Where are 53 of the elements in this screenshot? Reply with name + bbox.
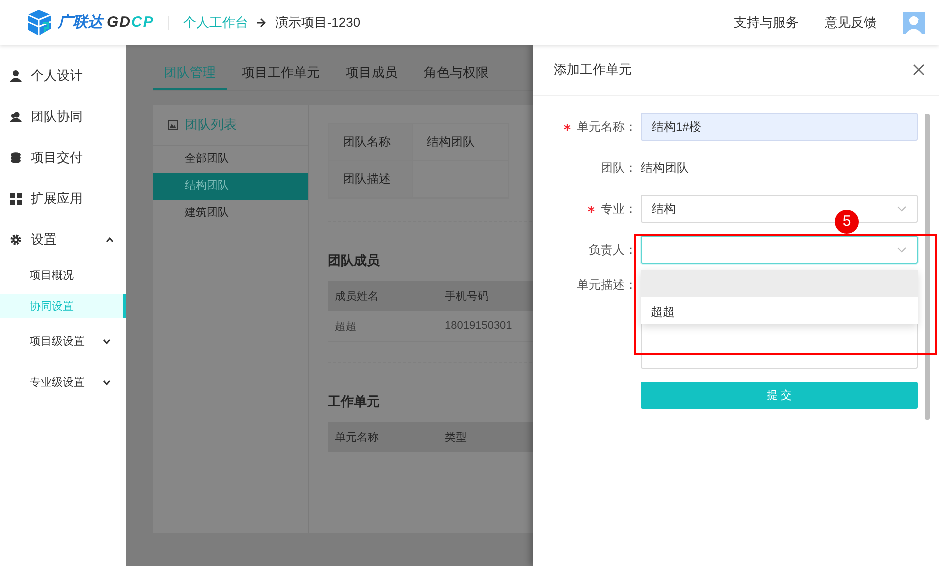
chevron-icon xyxy=(897,247,907,253)
table-cell-text: 18019150301 xyxy=(444,320,514,332)
team-list-item[interactable]: 全部团队 xyxy=(153,146,308,173)
field-label: 专业： xyxy=(601,202,637,216)
tab[interactable]: 项目成员 xyxy=(335,57,409,90)
submenu-item[interactable]: 专业级设置 xyxy=(0,362,126,403)
field-value: 结构团队 xyxy=(641,160,689,176)
sidebar-item[interactable]: 团队协同 xyxy=(0,96,126,137)
tab[interactable]: 角色与权限 xyxy=(413,57,500,90)
person-icon xyxy=(10,70,22,82)
table-cell-text: 超超 xyxy=(334,320,358,334)
panel-title: 团队列表 xyxy=(185,116,237,134)
column-header: 成员姓名 xyxy=(334,290,380,304)
section-title: 工作单元 xyxy=(328,393,381,411)
header-link[interactable]: 意见反馈 xyxy=(825,14,877,32)
field-label: 负责人： xyxy=(589,242,637,256)
sidebar-item[interactable]: 项目交付 xyxy=(0,137,126,178)
submenu-item[interactable]: 项目概况 xyxy=(0,260,126,291)
arrow-icon xyxy=(256,18,268,28)
select-field[interactable] xyxy=(641,236,918,264)
field-label: 单元名称： xyxy=(577,120,637,134)
table-cell: 结构团队 xyxy=(413,124,508,161)
drawer-title: 添加工作单元 xyxy=(554,61,632,79)
submenu-item[interactable]: 项目级设置 xyxy=(0,321,126,362)
avatar-icon[interactable] xyxy=(903,12,925,34)
sidebar-item[interactable]: 个人设计 xyxy=(0,55,126,96)
section-title: 团队成员 xyxy=(328,252,381,270)
field-label: 团队： xyxy=(601,160,637,174)
table-cell: 团队名称 xyxy=(329,124,413,161)
brand-name: 广联达 xyxy=(58,13,103,32)
breadcrumb-link[interactable]: 演示项目-1230 xyxy=(275,14,361,32)
table-cell: 团队描述 xyxy=(329,161,413,198)
brand-code: GDCP xyxy=(107,14,154,31)
image-icon xyxy=(168,120,178,130)
tab[interactable]: 项目工作单元 xyxy=(231,57,331,90)
close-icon[interactable] xyxy=(913,64,925,76)
field-label: 单元描述： xyxy=(577,278,637,292)
grid-icon xyxy=(10,192,22,204)
sidebar-item[interactable]: 扩展应用 xyxy=(0,178,126,219)
gear-icon xyxy=(10,234,22,246)
header-link[interactable]: 支持与服务 xyxy=(734,14,799,32)
input-field[interactable]: 结构1#楼 xyxy=(641,113,918,141)
scrollbar[interactable] xyxy=(925,114,930,420)
chevron-icon xyxy=(897,206,907,212)
column-header: 类型 xyxy=(444,430,468,444)
stack-icon xyxy=(10,152,22,164)
column-header: 单元名称 xyxy=(334,430,380,444)
people-icon xyxy=(10,110,22,122)
sidebar-item[interactable]: 设置 xyxy=(0,219,126,260)
team-list-item[interactable]: 建筑团队 xyxy=(153,200,308,227)
dropdown-option[interactable]: 超超 xyxy=(641,297,918,324)
step-badge: 5 xyxy=(835,210,859,234)
column-header: 手机号码 xyxy=(444,290,490,304)
